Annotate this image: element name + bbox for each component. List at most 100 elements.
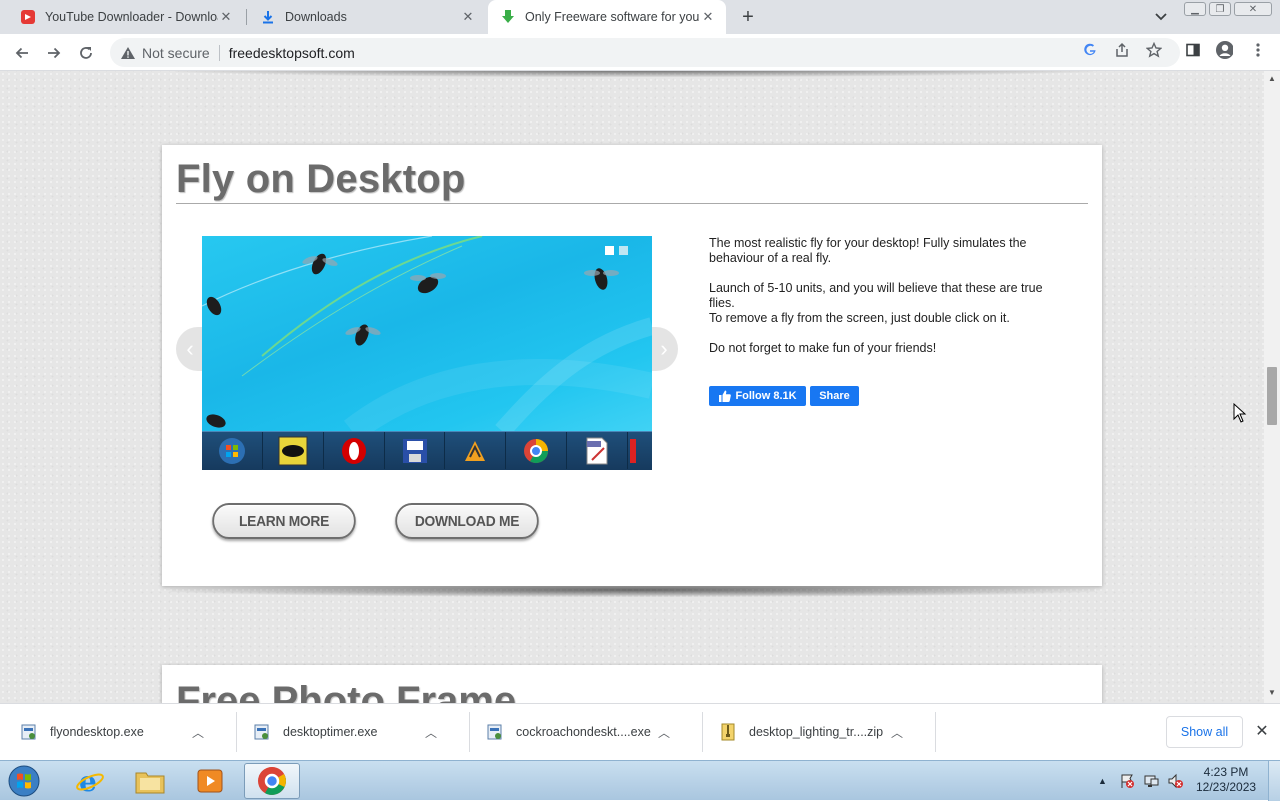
forward-arrow-icon bbox=[48, 47, 61, 59]
chevron-up-icon[interactable]: ︿ bbox=[188, 724, 208, 741]
tab-youtube-downloader[interactable]: YouTube Downloader - Download ✕ bbox=[8, 0, 244, 34]
side-panel-icon[interactable] bbox=[1184, 41, 1202, 59]
not-secure-warning-icon bbox=[120, 45, 136, 61]
reload-button[interactable] bbox=[73, 40, 99, 66]
slider-dot[interactable] bbox=[619, 246, 628, 255]
shelf-divider bbox=[935, 712, 936, 752]
chevron-up-icon[interactable]: ︿ bbox=[887, 724, 907, 741]
volume-muted-icon[interactable] bbox=[1167, 773, 1183, 789]
taskbar-internet-explorer[interactable]: e bbox=[62, 763, 118, 799]
download-item[interactable]: flyondesktop.exe ︿ bbox=[0, 712, 208, 752]
chevron-up-icon[interactable]: ︿ bbox=[421, 724, 441, 741]
youtube-downloader-favicon-icon bbox=[20, 9, 36, 25]
close-shelf-icon[interactable]: ✕ bbox=[1253, 722, 1271, 740]
download-item[interactable]: desktoptimer.exe ︿ bbox=[233, 712, 441, 752]
desktop-screenshot-image bbox=[202, 236, 652, 431]
screenshot-slider bbox=[202, 236, 652, 470]
bookmark-star-icon[interactable] bbox=[1145, 41, 1163, 59]
tab-freedesktopsoft[interactable]: Only Freeware software for your ✕ bbox=[488, 0, 726, 34]
show-hidden-icons-chevron-icon[interactable]: ▲ bbox=[1098, 776, 1107, 786]
description-line: Do not forget to make fun of your friend… bbox=[709, 341, 937, 355]
share-icon[interactable] bbox=[1113, 41, 1131, 59]
security-label[interactable]: Not secure bbox=[142, 45, 210, 61]
close-tab-icon[interactable]: ✕ bbox=[700, 9, 716, 25]
download-arrow-icon bbox=[260, 9, 276, 25]
zip-archive-icon bbox=[719, 723, 737, 741]
taskbar-chrome-active[interactable] bbox=[244, 763, 300, 799]
download-filename: cockroachondeskt....exe bbox=[516, 725, 651, 739]
previous-card-shadow bbox=[175, 71, 1093, 77]
close-tab-icon[interactable]: ✕ bbox=[460, 9, 476, 25]
minimize-window-button[interactable]: ▁ bbox=[1184, 2, 1206, 16]
tab-search-chevron-icon[interactable] bbox=[1151, 8, 1171, 26]
floppy-save-icon bbox=[385, 432, 446, 469]
taskbar-windows-explorer[interactable] bbox=[122, 763, 178, 799]
tab-downloads[interactable]: Downloads ✕ bbox=[248, 0, 486, 34]
forward-button[interactable] bbox=[41, 40, 67, 66]
tab-title: YouTube Downloader - Download bbox=[45, 10, 218, 24]
new-tab-button[interactable]: + bbox=[737, 6, 759, 28]
download-filename: desktoptimer.exe bbox=[283, 725, 378, 739]
download-item[interactable]: cockroachondeskt....exe ︿ bbox=[466, 712, 674, 752]
slider-prev-button[interactable]: ‹ bbox=[176, 327, 204, 371]
windows-orb-icon bbox=[8, 765, 40, 797]
restore-window-button[interactable]: ❐ bbox=[1209, 2, 1231, 16]
network-icon[interactable] bbox=[1143, 773, 1159, 789]
exe-installer-icon bbox=[253, 723, 271, 741]
url-text[interactable]: freedesktopsoft.com bbox=[229, 45, 355, 61]
reload-icon bbox=[80, 47, 92, 59]
winamp-icon bbox=[445, 432, 507, 469]
explorer-folder-icon bbox=[135, 772, 165, 794]
windows-taskbar: e ▲ 4:23 PM 12/23/2023 bbox=[0, 760, 1280, 801]
batman-app-icon bbox=[263, 432, 324, 469]
downloads-shelf: flyondesktop.exe ︿ desktoptimer.exe ︿ co… bbox=[0, 703, 1280, 760]
scroll-up-arrow-icon[interactable]: ▲ bbox=[1268, 75, 1276, 83]
taskbar-media-player[interactable] bbox=[182, 763, 238, 799]
description-line: The most realistic fly for your desktop!… bbox=[709, 236, 1027, 265]
download-item[interactable]: desktop_lighting_tr....zip ︿ bbox=[699, 712, 907, 752]
browser-menu-kebab-icon[interactable] bbox=[1249, 41, 1267, 59]
facebook-follow-button[interactable]: Follow 8.1K bbox=[709, 386, 806, 406]
chrome-icon bbox=[506, 432, 568, 469]
slider-dot-active[interactable] bbox=[605, 246, 614, 255]
tab-divider bbox=[246, 9, 247, 25]
chevron-up-icon[interactable]: ︿ bbox=[654, 724, 674, 741]
close-tab-icon[interactable]: ✕ bbox=[218, 9, 234, 25]
php-file-icon bbox=[567, 432, 629, 469]
clock-date: 12/23/2023 bbox=[1196, 780, 1257, 794]
scroll-down-arrow-icon[interactable]: ▼ bbox=[1268, 689, 1276, 697]
download-me-button[interactable]: DOWNLOAD ME bbox=[395, 503, 539, 539]
product-card-free-photo-frame: Free Photo Frame bbox=[162, 665, 1102, 703]
description-line: Launch of 5-10 units, and you will belie… bbox=[709, 281, 1043, 310]
page-content: Fly on Desktop ‹ › LEARN MORE DOWNLOAD M… bbox=[0, 71, 1264, 703]
close-window-button[interactable]: ✕ bbox=[1234, 2, 1272, 16]
show-all-downloads-button[interactable]: Show all bbox=[1166, 716, 1243, 748]
back-button[interactable] bbox=[9, 40, 35, 66]
product-title: Free Photo Frame bbox=[176, 679, 517, 703]
browser-toolbar: Not secure freedesktopsoft.com bbox=[0, 34, 1280, 71]
exe-installer-icon bbox=[20, 723, 38, 741]
start-button[interactable] bbox=[4, 762, 44, 800]
scrollbar-thumb[interactable] bbox=[1267, 367, 1277, 425]
internet-explorer-icon: e bbox=[76, 766, 104, 796]
system-tray: ▲ bbox=[1098, 769, 1183, 793]
page-scrollbar[interactable]: ▲ ▼ bbox=[1264, 71, 1280, 703]
tab-title: Downloads bbox=[285, 10, 347, 24]
tab-title: Only Freeware software for your bbox=[525, 10, 700, 24]
product-title: Fly on Desktop bbox=[176, 157, 466, 201]
title-divider bbox=[176, 203, 1088, 204]
facebook-share-button[interactable]: Share bbox=[810, 386, 859, 406]
screenshot-taskbar bbox=[202, 431, 652, 470]
chrome-icon bbox=[258, 767, 286, 795]
action-center-flag-icon[interactable] bbox=[1119, 773, 1135, 789]
address-bar[interactable]: Not secure freedesktopsoft.com bbox=[110, 38, 1180, 67]
product-card-fly-on-desktop: Fly on Desktop ‹ › LEARN MORE DOWNLOAD M… bbox=[162, 145, 1102, 586]
show-desktop-button[interactable] bbox=[1268, 761, 1280, 801]
tab-strip: YouTube Downloader - Download ✕ Download… bbox=[0, 0, 1280, 34]
system-clock[interactable]: 4:23 PM 12/23/2023 bbox=[1196, 765, 1256, 795]
mouse-cursor-icon bbox=[1233, 403, 1247, 423]
learn-more-button[interactable]: LEARN MORE bbox=[212, 503, 356, 539]
profile-avatar-icon[interactable] bbox=[1215, 41, 1233, 59]
google-lens-icon[interactable] bbox=[1081, 41, 1099, 59]
slider-next-button[interactable]: › bbox=[650, 327, 678, 371]
